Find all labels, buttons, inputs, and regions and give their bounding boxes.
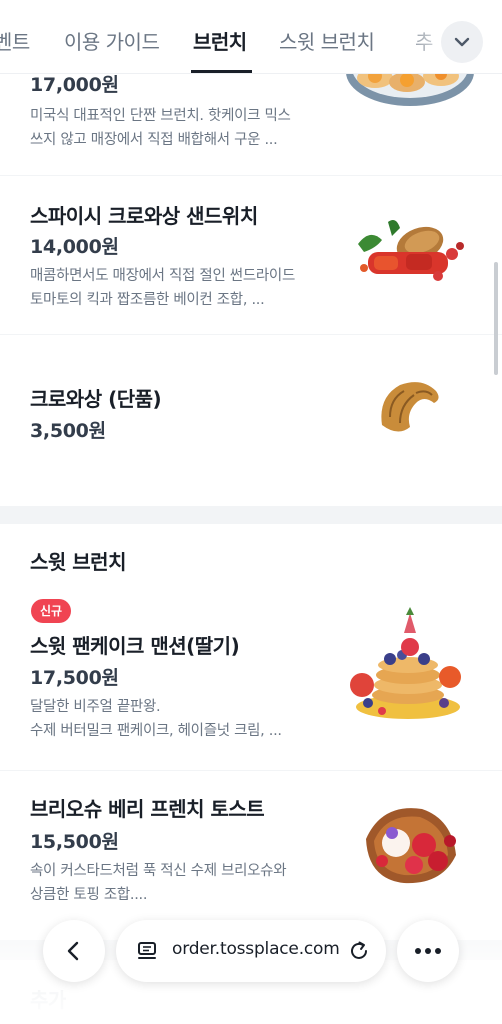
tab-event[interactable]: 벤트 (0, 26, 30, 55)
item-name: 스윗 팬케이크 맨션(딸기) (30, 634, 240, 658)
item-name: 스파이시 크로와상 샌드위치 (30, 204, 258, 228)
tab-guide[interactable]: 이용 가이드 (64, 26, 160, 55)
item-desc-line2: 토마토의 킥과 짭조름한 베이컨 조합, ... (30, 292, 265, 308)
section-title-sweet-brunch: 스윗 브런치 (30, 550, 126, 574)
active-tab-indicator (191, 70, 252, 73)
more-options-button[interactable] (397, 920, 459, 982)
item-price: 17,000원 (30, 74, 119, 96)
croissant-image (381, 382, 439, 432)
item-desc-line1: 미국식 대표적인 단짠 브런치. 핫케이크 믹스 (30, 108, 291, 124)
item-price: 17,500원 (30, 667, 119, 689)
new-badge: 신규 (31, 599, 72, 623)
item-desc-line2: 쓰지 않고 매장에서 직접 배합해서 구운 ... (30, 132, 278, 148)
tab-brunch[interactable]: 브런치 (193, 26, 247, 55)
item-desc-line1: 달달한 비주얼 끝판왕. (30, 699, 161, 715)
item-price: 3,500원 (30, 420, 106, 442)
menu-item-sweet-pancake-mansion[interactable]: 신규 스윗 팬케이크 맨션(딸기) 17,500원 달달한 비주얼 끝판왕. 수… (0, 585, 502, 771)
menu-item-croissant[interactable]: 크로와상 (단품) 3,500원 (0, 335, 502, 506)
back-button[interactable] (43, 920, 105, 982)
pancake-tower-image (350, 607, 461, 719)
back-arrow-icon (67, 941, 79, 961)
french-toast-image (366, 808, 456, 884)
reload-icon[interactable] (348, 940, 370, 962)
url-text: order.tossplace.com (172, 939, 340, 959)
tabs-icon[interactable] (136, 940, 158, 962)
scrollbar-thumb[interactable] (494, 262, 498, 375)
address-bar[interactable]: order.tossplace.com (116, 920, 386, 982)
item-name: 브리오슈 베리 프렌치 토스트 (30, 797, 265, 821)
item-desc-line1: 매콤하면서도 매장에서 직접 절인 썬드라이드 (30, 268, 295, 284)
item-desc-line2: 수제 버터밀크 팬케이크, 헤이즐넛 크림, ... (30, 723, 282, 739)
item-price: 15,500원 (30, 831, 119, 853)
item-name: 크로와상 (단품) (30, 387, 162, 411)
section-divider (0, 506, 502, 524)
item-desc-line1: 속이 커스타드처럼 푹 적신 수제 브리오슈와 (30, 863, 287, 879)
category-tab-bar: 벤트 이용 가이드 브런치 스윗 브런치 추 (0, 0, 502, 74)
menu-item-spicy-croissant[interactable]: 스파이시 크로와상 샌드위치 14,000원 매콤하면서도 매장에서 직접 절인… (0, 176, 502, 335)
tab-sweet-brunch[interactable]: 스윗 브런치 (279, 26, 375, 55)
expand-tabs-button[interactable] (441, 21, 483, 63)
more-icon (415, 948, 441, 954)
croissant-sandwich-image (358, 220, 464, 281)
chevron-down-icon (454, 37, 470, 47)
item-price: 14,000원 (30, 236, 119, 258)
